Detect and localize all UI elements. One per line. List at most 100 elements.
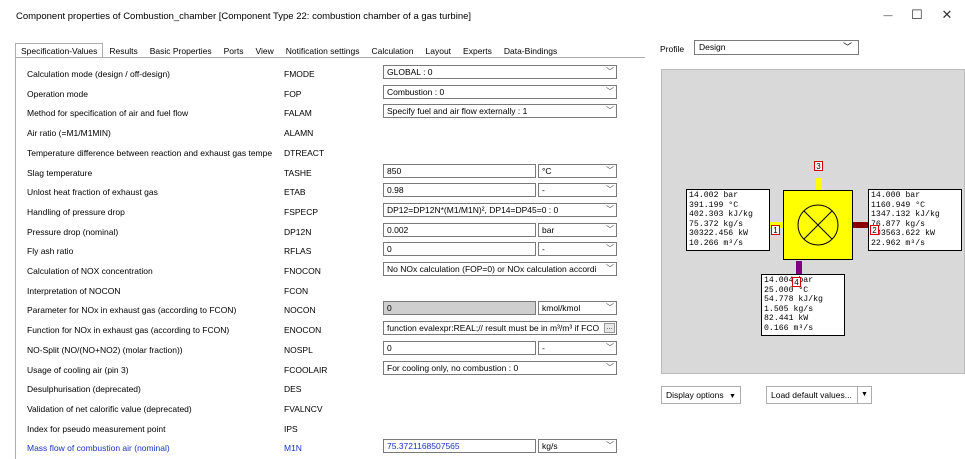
combustion-symbol-icon	[797, 204, 839, 246]
split-dropdown-icon[interactable]: ▼	[857, 387, 871, 403]
property-label: Calculation mode (design / off-design)	[27, 69, 171, 79]
pin-4-label[interactable]: 4	[792, 277, 801, 287]
tab-layout[interactable]: Layout	[420, 43, 458, 57]
property-row-etab: Unlost heat fraction of exhaust gas ETAB 0…	[16, 182, 621, 200]
property-row-des: Desulphurisation (deprecated) DES	[16, 379, 621, 397]
property-value: 0.98	[387, 185, 404, 196]
property-value-field[interactable]: For cooling only, no combustion : 0 ﹀	[383, 360, 617, 375]
property-label: Parameter for NOx in exhaust gas (accord…	[27, 305, 237, 316]
readout-line: 14.004 bar	[764, 276, 814, 285]
property-row-fspecp: Handling of pressure drop FSPECP DP12=DP12…	[16, 202, 621, 220]
tab-specification-values[interactable]: Specification-Values	[15, 43, 104, 58]
tab-calculation[interactable]: Calculation	[365, 43, 419, 57]
tab-data-bindings[interactable]: Data-Bindings	[498, 43, 563, 57]
property-value: No NOx calculation (FOP=0) or NOx calcul…	[387, 264, 597, 274]
chevron-down-icon: ﹀	[606, 362, 614, 372]
property-code: FOP	[284, 88, 302, 99]
tab-ports[interactable]: Ports	[218, 43, 250, 57]
display-options-label: Display options	[666, 390, 724, 400]
chevron-down-icon: ﹀	[842, 42, 852, 52]
chevron-down-icon: ﹀	[606, 67, 614, 76]
ellipsis-button[interactable]: …	[604, 323, 615, 334]
unit-select[interactable]: bar ﹀	[538, 222, 617, 237]
pin-2-label[interactable]: 2	[870, 225, 879, 235]
property-value-field[interactable]: 850	[383, 163, 536, 178]
property-grid: Calculation mode (design / off-design) FM…	[15, 58, 645, 459]
readout-line: 402.303 kJ/kg	[689, 210, 753, 220]
close-button[interactable]: ✕	[934, 4, 960, 26]
readout-line: 22.962 m³/s	[871, 238, 926, 248]
readout-line: 75.372 kg/s	[689, 219, 744, 229]
chevron-down-icon: ﹀	[606, 185, 614, 195]
property-label: Index for pseudo measurement point	[27, 423, 166, 434]
property-label: Mass flow of combustion air (nominal)	[27, 443, 170, 454]
property-label: Usage of cooling air (pin 3)	[27, 364, 129, 375]
property-row-dp12n: Pressure drop (nominal) DP12N 0.002 bar ﹀	[16, 222, 621, 240]
property-code: NOSPL	[284, 344, 313, 355]
unit-select[interactable]: °C ﹀	[538, 163, 617, 178]
tab-experts[interactable]: Experts	[457, 43, 498, 57]
unit-value: bar	[542, 224, 555, 235]
unit-select[interactable]: - ﹀	[538, 340, 617, 355]
unit-select[interactable]: - ﹀	[538, 242, 617, 257]
property-value-field[interactable]: function evalexpr:REAL;// result must be…	[383, 321, 617, 336]
chevron-down-icon: ﹀	[606, 342, 614, 352]
property-row-nocon: Parameter for NOx in exhaust gas (accord…	[16, 300, 621, 318]
profile-select[interactable]: Design ﹀	[694, 40, 859, 55]
readout-line: 82.441 kW	[764, 314, 809, 324]
readout-line: 0.166 m³/s	[764, 323, 814, 333]
property-row-falam: Method for specification of air and fuel…	[16, 103, 621, 121]
property-row-m1n: Mass flow of combustion air (nominal) M1N…	[16, 438, 621, 456]
unit-select[interactable]: kg/s ﹀	[538, 439, 617, 454]
profile-label: Profile	[660, 44, 685, 54]
caret-down-icon: ▼	[729, 393, 736, 400]
property-value: 850	[387, 165, 402, 176]
property-value-field[interactable]: 0.98	[383, 183, 536, 198]
property-row-fcoolair: Usage of cooling air (pin 3) FCOOLAIR For …	[16, 360, 621, 378]
unit-value: -	[542, 244, 545, 255]
property-value-field[interactable]: 75.3721168507565	[383, 439, 536, 454]
property-value-field[interactable]: No NOx calculation (FOP=0) or NOx calcul…	[383, 262, 617, 276]
combustion-chamber-symbol[interactable]	[783, 190, 853, 260]
component-diagram[interactable]: 3 14.002 bar 391.199 °C 402.303 kJ/kg 75.37…	[661, 69, 965, 374]
property-row-fnocon: Calculation of NOX concentration FNOCON No…	[16, 261, 621, 279]
property-row-nospl: NO-Split (NO/(NO+NO2) (molar fraction)) N…	[16, 340, 621, 358]
property-value-field[interactable]: 0.002	[383, 222, 536, 237]
property-value-field[interactable]: GLOBAL : 0 ﹀	[383, 65, 617, 79]
display-options-button[interactable]: Display options ▼	[661, 386, 741, 404]
close-icon: ✕	[941, 7, 953, 22]
minimize-button[interactable]: —	[875, 4, 901, 26]
unit-select[interactable]: kmol/kmol ﹀	[538, 301, 617, 316]
pin-3-label[interactable]: 3	[814, 161, 823, 171]
property-code: FCON	[284, 285, 309, 296]
property-value-field[interactable]: Combustion : 0 ﹀	[383, 84, 617, 99]
maximize-button[interactable]: ☐	[904, 4, 930, 26]
tab-view[interactable]: View	[249, 43, 279, 57]
maximize-icon: ☐	[911, 7, 923, 22]
property-code: RFLAS	[284, 246, 312, 257]
property-value-field[interactable]: DP12=DP12N*(M1/M1N)², DP14=DP45=0 : 0 ﹀	[383, 202, 617, 217]
property-value: function evalexpr:REAL;// result must be…	[387, 323, 600, 334]
property-row-rflas: Fly ash ratio RFLAS 0- ﹀	[16, 241, 621, 259]
readout-line: 76.877 kg/s	[871, 219, 926, 229]
chevron-down-icon: ﹀	[606, 165, 614, 175]
tab-basic-properties[interactable]: Basic Properties	[144, 43, 218, 57]
tab-notification-settings[interactable]: Notification settings	[280, 43, 366, 57]
property-value-field[interactable]: Specify fuel and air flow externally : 1…	[383, 104, 617, 119]
property-value-field[interactable]: 0	[383, 340, 536, 355]
load-default-values-button[interactable]: Load default values... ▼	[766, 386, 872, 404]
readout-line: 30322.456 kW	[689, 229, 748, 239]
property-code: ETAB	[284, 187, 306, 198]
property-value: For cooling only, no combustion : 0	[387, 362, 519, 373]
property-label: NO-Split (NO/(NO+NO2) (molar fraction))	[27, 344, 183, 355]
property-code: FMODE	[284, 69, 315, 79]
pin-1-label[interactable]: 1	[771, 225, 780, 235]
chevron-down-icon: ﹀	[606, 224, 614, 234]
tab-results[interactable]: Results	[103, 43, 143, 57]
unit-select[interactable]: - ﹀	[538, 183, 617, 198]
property-row-dtreact: Temperature difference between reaction …	[16, 143, 621, 161]
property-value-field[interactable]: 0	[383, 242, 536, 257]
unit-value: °C	[542, 165, 552, 176]
property-code: TASHE	[284, 167, 312, 178]
property-value-field[interactable]: 0	[383, 301, 536, 316]
